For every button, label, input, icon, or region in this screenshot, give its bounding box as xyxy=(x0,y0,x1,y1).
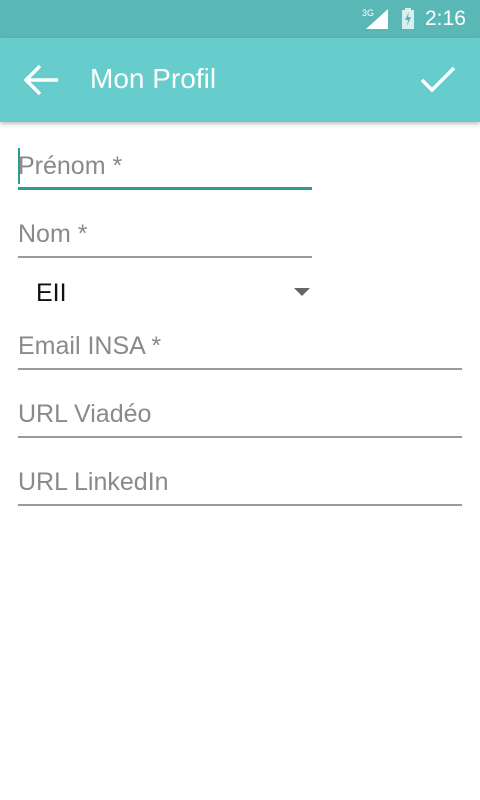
nom-input[interactable] xyxy=(18,214,312,254)
linkedin-field xyxy=(18,462,462,506)
nom-field xyxy=(18,214,312,258)
email-field xyxy=(18,326,462,370)
save-check-icon[interactable] xyxy=(416,60,460,100)
prenom-input[interactable] xyxy=(18,146,312,186)
text-caret xyxy=(18,148,20,184)
department-selected: EII xyxy=(36,279,67,307)
prenom-underline xyxy=(18,187,312,190)
viadeo-input[interactable] xyxy=(18,394,462,434)
signal-icon xyxy=(366,9,388,29)
prenom-field xyxy=(18,146,312,190)
email-input[interactable] xyxy=(18,326,462,366)
department-dropdown[interactable]: EII xyxy=(18,270,312,314)
linkedin-underline xyxy=(18,504,462,506)
dropdown-arrow-icon xyxy=(294,288,310,296)
app-bar: Mon Profil xyxy=(0,38,480,122)
email-underline xyxy=(18,368,462,370)
clock: 2:16 xyxy=(425,7,466,30)
viadeo-underline xyxy=(18,436,462,438)
back-arrow-icon[interactable] xyxy=(22,62,62,98)
status-bar: 3G 2:16 xyxy=(0,0,480,38)
battery-charging-icon xyxy=(402,8,414,29)
nom-underline xyxy=(18,256,312,258)
page-title: Mon Profil xyxy=(90,63,217,94)
viadeo-field xyxy=(18,394,462,438)
linkedin-input[interactable] xyxy=(18,462,462,502)
